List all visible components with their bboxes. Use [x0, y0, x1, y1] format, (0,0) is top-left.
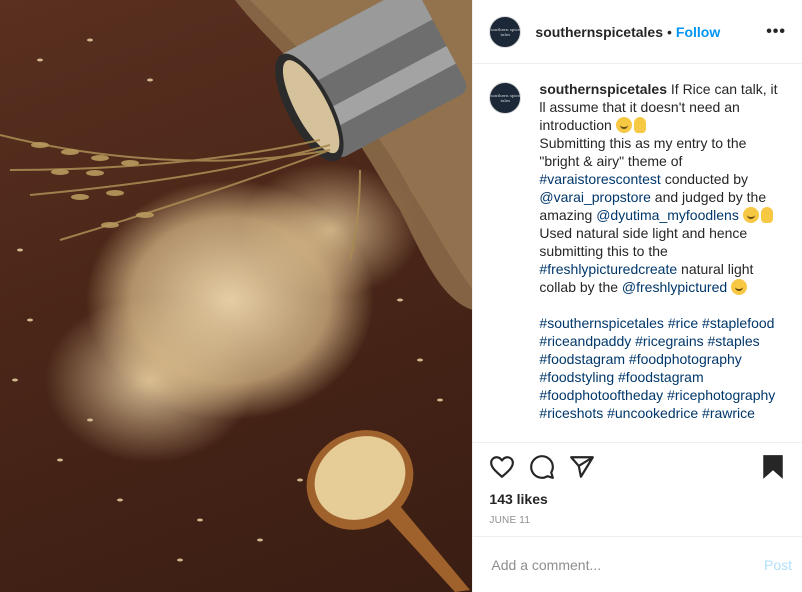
- comment-icon[interactable]: [529, 454, 555, 480]
- mention-link[interactable]: @varai_propstore: [539, 189, 651, 205]
- action-bar: 143 likes JUNE 11: [473, 442, 802, 536]
- ok-hand-emoji-icon: [633, 117, 646, 133]
- username-link[interactable]: southernspicetales: [535, 24, 663, 40]
- post-sidebar: southern spice tales southernspicetales …: [472, 0, 802, 592]
- bookmark-icon[interactable]: [760, 454, 786, 480]
- caption-username-link[interactable]: southernspicetales: [539, 81, 667, 97]
- likes-count[interactable]: 143 likes: [489, 491, 786, 507]
- separator-dot: •: [667, 23, 672, 40]
- heart-icon[interactable]: [489, 454, 515, 480]
- hashtag-link[interactable]: #varaistorescontest: [539, 171, 660, 187]
- caption-line3a: Used natural side light and hence submit…: [539, 225, 748, 259]
- mention-link[interactable]: @freshlypictured: [622, 279, 727, 295]
- caption: southern spice tales southernspicetales …: [489, 80, 786, 422]
- mention-link[interactable]: @dyutima_myfoodlens: [596, 207, 739, 223]
- comments-section[interactable]: southern spice tales southernspicetales …: [473, 64, 802, 442]
- smile-emoji-icon: [742, 207, 759, 223]
- post-comment-button[interactable]: Post: [764, 557, 792, 573]
- hashtag-link[interactable]: #freshlypicturedcreate: [539, 261, 677, 277]
- share-icon[interactable]: [569, 454, 595, 480]
- rice-photo-illustration: [0, 0, 473, 592]
- caption-line2b: conducted by: [660, 171, 748, 187]
- post-photo[interactable]: [0, 0, 473, 592]
- caption-avatar-logo-text: southern spice tales: [490, 93, 521, 103]
- post-date[interactable]: JUNE 11: [489, 515, 786, 526]
- caption-text: southernspicetales If Rice can talk, it …: [539, 80, 786, 422]
- add-comment-bar: Post: [473, 536, 802, 592]
- smile-emoji-icon: [731, 279, 748, 295]
- comment-input[interactable]: [489, 555, 764, 574]
- avatar[interactable]: southern spice tales: [489, 15, 522, 48]
- avatar-logo-text: southern spice tales: [490, 26, 521, 37]
- caption-avatar[interactable]: southern spice tales: [489, 82, 522, 114]
- ok-hand-emoji-icon: [760, 207, 773, 223]
- smile-emoji-icon: [615, 117, 632, 133]
- post-header: southern spice tales southernspicetales …: [473, 0, 802, 64]
- hashtag-list[interactable]: #southernspicetales #rice #staplefood #r…: [539, 314, 786, 422]
- instagram-post: southern spice tales southernspicetales …: [0, 0, 802, 592]
- action-icons: [489, 453, 786, 481]
- more-options-icon[interactable]: •••: [766, 23, 786, 41]
- caption-line2a: Submitting this as my entry to the "brig…: [539, 135, 747, 169]
- follow-button[interactable]: Follow: [676, 24, 720, 40]
